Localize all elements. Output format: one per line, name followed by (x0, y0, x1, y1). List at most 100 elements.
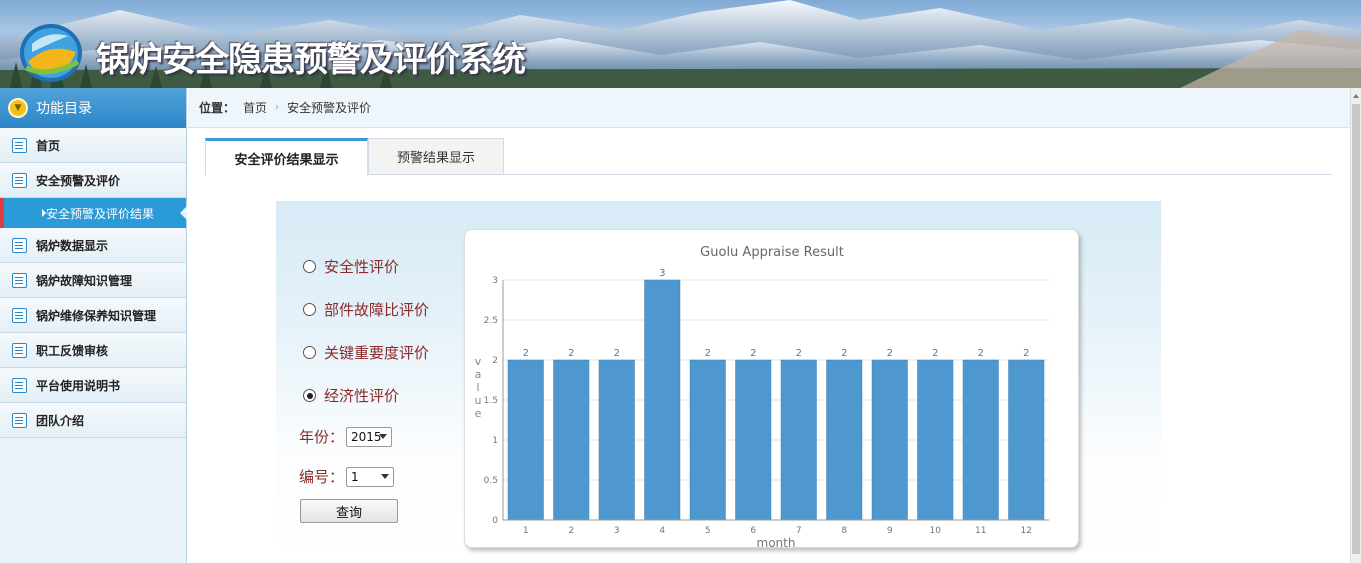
vertical-scrollbar[interactable] (1350, 88, 1361, 563)
sidebar: ▼ 功能目录 首页 安全预警及评价 安全预警及评价结果 锅炉数据显示 锅炉故障知… (0, 88, 187, 563)
x-axis-label: month (757, 536, 796, 549)
chevron-right-icon: › (275, 102, 280, 113)
data-label: 3 (659, 268, 665, 279)
y-tick-label: 2 (492, 356, 498, 366)
sidebar-item-feedback-review[interactable]: 职工反馈审核 (0, 333, 186, 368)
chart-bar (553, 359, 590, 521)
chart-title: Guolu Appraise Result (700, 245, 844, 260)
chart-bar (644, 279, 681, 521)
radio-economy[interactable] (303, 389, 316, 402)
number-select[interactable]: 1 (346, 466, 395, 487)
data-label: 2 (1023, 348, 1029, 359)
sidebar-item-label: 锅炉数据显示 (36, 238, 109, 253)
sidebar-item-label: 锅炉故障知识管理 (36, 273, 133, 288)
sidebar-item-label: 安全预警及评价 (36, 173, 121, 188)
sidebar-item-label: 安全预警及评价结果 (46, 206, 155, 221)
sidebar-item-label: 锅炉维修保养知识管理 (36, 308, 157, 323)
caret-right-icon (42, 209, 46, 217)
active-indicator (180, 206, 187, 220)
data-label: 2 (978, 348, 984, 359)
chart-bar (780, 359, 817, 521)
x-tick-label: 6 (750, 526, 756, 536)
x-tick-label: 4 (659, 526, 665, 536)
x-tick-label: 9 (887, 526, 893, 536)
x-tick-label: 5 (705, 526, 711, 536)
query-button[interactable]: 查询 (300, 499, 398, 523)
year-label: 年份： (299, 428, 345, 446)
list-icon (12, 172, 27, 188)
tab-safety-result[interactable]: 安全评价结果显示 (205, 138, 368, 176)
option-economy[interactable]: 经济性评价 (303, 385, 399, 406)
radio-component-fault[interactable] (303, 303, 316, 316)
data-label: 2 (841, 348, 847, 359)
year-value: 2015 (351, 429, 382, 444)
sidebar-item-label: 职工反馈审核 (36, 343, 109, 358)
y-tick-label: 1 (492, 436, 498, 446)
option-safety[interactable]: 安全性评价 (303, 256, 399, 277)
edit-icon (12, 377, 27, 393)
list-icon (12, 137, 27, 153)
sidebar-item-boiler-data[interactable]: 锅炉数据显示 (0, 228, 186, 263)
sidebar-subitem-safety-result[interactable]: 安全预警及评价结果 (0, 198, 187, 228)
data-label: 2 (614, 348, 620, 359)
scroll-up-icon[interactable] (1353, 94, 1359, 98)
y-axis-label-char: l (476, 381, 479, 394)
list-icon (12, 342, 27, 358)
result-panel: 安全性评价 部件故障比评价 关键重要度评价 经济性评价 年份： 2015 编号：… (276, 201, 1161, 563)
breadcrumb-home-link[interactable]: 首页 (243, 99, 267, 116)
option-key-importance[interactable]: 关键重要度评价 (303, 342, 429, 363)
option-label: 经济性评价 (324, 387, 400, 405)
site-title: 锅炉安全隐患预警及评价系统 (96, 40, 526, 80)
year-field: 年份： 2015 (299, 426, 393, 447)
option-component-fault[interactable]: 部件故障比评价 (303, 299, 429, 320)
y-tick-label: 2.5 (484, 316, 498, 326)
option-label: 关键重要度评价 (324, 344, 430, 362)
sidebar-item-safety-warning[interactable]: 安全预警及评价 (0, 163, 186, 198)
dropdown-arrow-icon (381, 473, 390, 479)
tab-warning-result[interactable]: 预警结果显示 (368, 138, 504, 175)
chart-bar (871, 359, 908, 521)
y-axis-label-char: a (475, 368, 482, 381)
x-tick-label: 1 (523, 526, 529, 536)
y-axis-label-char: u (475, 394, 482, 407)
sidebar-item-home[interactable]: 首页 (0, 128, 186, 163)
x-tick-label: 7 (796, 526, 802, 536)
y-axis-label-char: e (475, 407, 482, 420)
y-tick-label: 0.5 (484, 476, 498, 486)
x-tick-label: 3 (614, 526, 620, 536)
data-label: 2 (568, 348, 574, 359)
data-label: 2 (932, 348, 938, 359)
data-label: 2 (750, 348, 756, 359)
sidebar-item-team[interactable]: 团队介绍 (0, 403, 186, 438)
option-label: 安全性评价 (324, 258, 400, 276)
sidebar-item-manual[interactable]: 平台使用说明书 (0, 368, 186, 403)
y-tick-label: 3 (492, 276, 498, 286)
year-select[interactable]: 2015 (346, 426, 393, 447)
comment-icon (12, 272, 27, 288)
sidebar-item-label: 平台使用说明书 (36, 378, 121, 393)
breadcrumb: 位置： 首页 › 安全预警及评价 (188, 88, 1350, 128)
number-field: 编号： 1 (299, 466, 395, 487)
logo-globe-icon (20, 24, 82, 82)
chart-bar (507, 359, 544, 521)
tab-bar: 安全评价结果显示 预警结果显示 (205, 138, 1332, 176)
data-label: 2 (887, 348, 893, 359)
x-tick-label: 12 (1021, 526, 1032, 536)
y-tick-label: 1.5 (484, 396, 498, 406)
bar-chart: Guolu Appraise Result 0 0.5 1 1.5 2 2.5 3 2 2 2 3… (475, 245, 1049, 550)
breadcrumb-current: 安全预警及评价 (287, 101, 372, 115)
sidebar-item-label: 首页 (36, 138, 61, 153)
scrollbar-thumb[interactable] (1352, 104, 1360, 554)
y-axis-label-char: v (475, 355, 482, 368)
chart-container: Guolu Appraise Result 0 0.5 1 1.5 2 2.5 3 2 2 2 3… (464, 229, 1079, 550)
sidebar-header[interactable]: ▼ 功能目录 (0, 88, 186, 128)
sidebar-item-fault-knowledge[interactable]: 锅炉故障知识管理 (0, 263, 186, 298)
breadcrumb-prefix: 位置： (199, 101, 236, 115)
option-label: 部件故障比评价 (324, 301, 430, 319)
radio-key-importance[interactable] (303, 346, 316, 359)
sidebar-item-maintenance-knowledge[interactable]: 锅炉维修保养知识管理 (0, 298, 186, 333)
sidebar-item-label: 团队介绍 (36, 413, 85, 428)
radio-safety[interactable] (303, 260, 316, 273)
data-label: 2 (523, 348, 529, 359)
chevron-down-icon: ▼ (8, 98, 28, 118)
